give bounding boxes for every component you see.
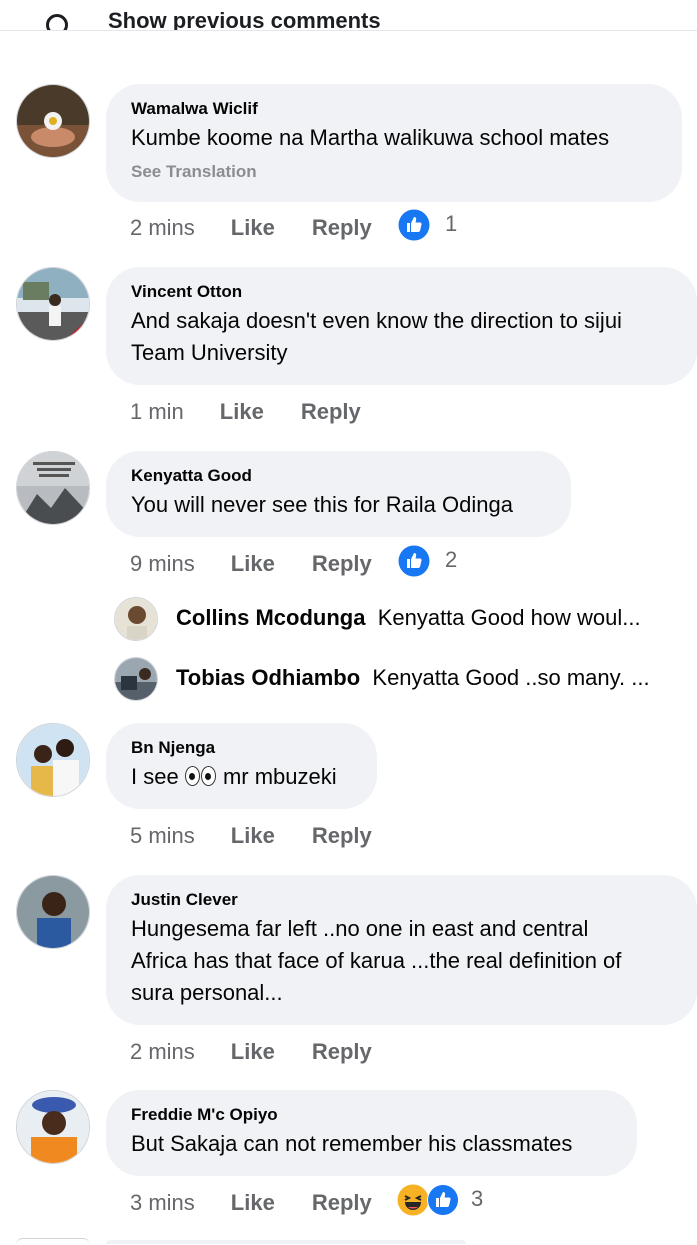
comment-bubble[interactable]: Wamalwa Wiclif Kumbe koome na Martha wal…: [106, 84, 682, 202]
comment-bubble[interactable]: Kenyatta Good You will never see this fo…: [106, 451, 571, 537]
comment-bubble[interactable]: Vincent Otton And sakaja doesn't even kn…: [106, 267, 697, 385]
comment-text-line: And sakaja doesn't even know the directi…: [131, 308, 622, 333]
comment-text-line: sura personal...: [131, 980, 283, 1005]
comment-text: Hungesema far left ..no one in east and …: [131, 913, 673, 1009]
like-button[interactable]: Like: [220, 399, 264, 425]
comment-text: And sakaja doesn't even know the directi…: [131, 305, 673, 369]
like-reaction-icon[interactable]: [398, 545, 430, 577]
like-button[interactable]: Like: [231, 551, 275, 577]
reply-button[interactable]: Reply: [312, 1190, 372, 1216]
reply-preview[interactable]: Collins Mcodunga Kenyatta Good how woul.…: [0, 597, 697, 647]
comment-text-line: Hungesema far left ..no one in east and …: [131, 916, 589, 941]
comment-actions: 2 mins Like Reply: [130, 213, 372, 243]
comment-author[interactable]: Vincent Otton: [131, 282, 673, 302]
comment-text: I see mr mbuzeki: [131, 761, 353, 793]
reply-button[interactable]: Reply: [301, 399, 361, 425]
like-button[interactable]: Like: [231, 215, 275, 241]
reaction-count[interactable]: 1: [445, 211, 457, 237]
comment-text-part: I see: [131, 764, 179, 789]
comment-icon: [46, 14, 68, 30]
comment-text-line: Team University: [131, 340, 288, 365]
reply-button[interactable]: Reply: [312, 215, 372, 241]
avatar[interactable]: [16, 875, 90, 949]
eyes-emoji: [184, 764, 217, 789]
reply-text: Kenyatta Good how woul...: [377, 605, 641, 630]
reply-author[interactable]: Tobias Odhiambo: [176, 665, 360, 690]
comment-text: Kumbe koome na Martha walikuwa school ma…: [131, 125, 610, 150]
comment-bubble[interactable]: Bn Njenga I see mr mbuzeki: [106, 723, 377, 809]
avatar[interactable]: [16, 451, 90, 525]
comment-time[interactable]: 3 mins: [130, 1190, 195, 1216]
comment-actions: 5 mins Like Reply: [130, 821, 372, 851]
comment-text: But Sakaja can not remember his classmat…: [131, 1131, 573, 1156]
comment-text: You will never see this for Raila Odinga: [131, 492, 513, 517]
reply-text: Kenyatta Good ..so many. ...: [372, 665, 650, 690]
next-comment-edge: [0, 1238, 697, 1244]
comment-author[interactable]: Freddie M'c Opiyo: [131, 1105, 613, 1125]
comment-time[interactable]: 2 mins: [130, 1039, 195, 1065]
like-reaction-icon[interactable]: [398, 209, 430, 241]
comment-time[interactable]: 9 mins: [130, 551, 195, 577]
previous-comments-link[interactable]: Show previous comments: [108, 8, 381, 30]
comment-actions: 2 mins Like Reply: [130, 1037, 372, 1067]
reply-author[interactable]: Collins Mcodunga: [176, 605, 365, 630]
avatar[interactable]: [16, 84, 90, 158]
reaction-count[interactable]: 3: [471, 1186, 483, 1212]
avatar[interactable]: [16, 1090, 90, 1164]
see-translation-link[interactable]: See Translation: [131, 162, 658, 182]
reaction-count[interactable]: 2: [445, 547, 457, 573]
comment-bubble[interactable]: Freddie M'c Opiyo But Sakaja can not rem…: [106, 1090, 637, 1176]
avatar[interactable]: [114, 597, 158, 641]
comment-time[interactable]: 5 mins: [130, 823, 195, 849]
comment-time[interactable]: 1 min: [130, 399, 184, 425]
reply-button[interactable]: Reply: [312, 823, 372, 849]
avatar[interactable]: [16, 267, 90, 341]
like-button[interactable]: Like: [231, 1039, 275, 1065]
avatar[interactable]: [16, 723, 90, 797]
comment-author[interactable]: Kenyatta Good: [131, 466, 547, 486]
comment-text-line: Africa has that face of karua ...the rea…: [131, 948, 622, 973]
previous-comments-bar[interactable]: Show previous comments: [0, 0, 697, 31]
comment-bubble[interactable]: Justin Clever Hungesema far left ..no on…: [106, 875, 697, 1025]
comment-author[interactable]: Wamalwa Wiclif: [131, 99, 658, 119]
haha-reaction-icon[interactable]: [397, 1184, 429, 1216]
reply-button[interactable]: Reply: [312, 1039, 372, 1065]
like-reaction-icon[interactable]: [427, 1184, 459, 1216]
avatar[interactable]: [114, 657, 158, 701]
comment-author[interactable]: Bn Njenga: [131, 738, 353, 758]
comment-actions: 9 mins Like Reply: [130, 549, 372, 579]
comment-author[interactable]: Justin Clever: [131, 890, 673, 910]
comment-actions: 3 mins Like Reply: [130, 1188, 372, 1218]
reply-line: Collins Mcodunga Kenyatta Good how woul.…: [176, 605, 676, 631]
reply-button[interactable]: Reply: [312, 551, 372, 577]
comment-actions: 1 min Like Reply: [130, 397, 361, 427]
reply-preview[interactable]: Tobias Odhiambo Kenyatta Good ..so many.…: [0, 657, 697, 707]
reply-line: Tobias Odhiambo Kenyatta Good ..so many.…: [176, 665, 676, 691]
like-button[interactable]: Like: [231, 823, 275, 849]
comment-time[interactable]: 2 mins: [130, 215, 195, 241]
like-button[interactable]: Like: [231, 1190, 275, 1216]
comment-text-part: mr mbuzeki: [222, 764, 337, 789]
